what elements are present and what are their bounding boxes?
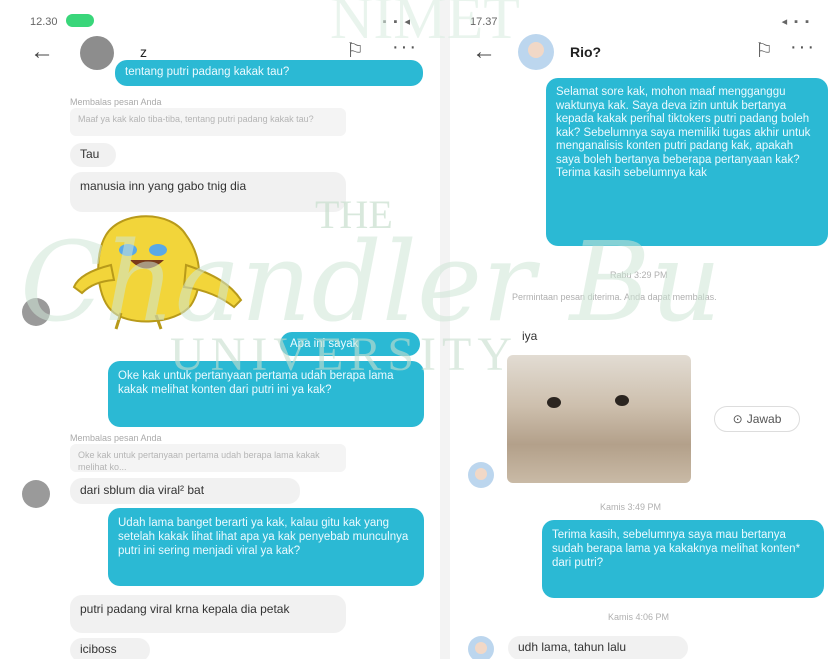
chat-header: ← Rio? ⚐ ··· [450,34,833,76]
timestamp: Rabu 3:29 PM [610,270,668,280]
message-text: Oke kak untuk pertanyaan pertama udah be… [118,370,394,396]
back-arrow-icon[interactable]: ← [30,38,54,66]
message-in[interactable]: iciboss [70,638,150,659]
sent-photo[interactable] [507,355,691,483]
message-text: Tau [80,147,100,161]
avatar[interactable] [80,36,114,70]
message-text: manusia inn yang gabo tnig dia [80,179,247,193]
message-out[interactable]: Oke kak untuk pertanyaan pertama udah be… [108,361,424,427]
avatar[interactable] [468,636,494,659]
call-indicator-icon [66,14,94,27]
reply-label: Membalas pesan Anda [70,433,162,443]
reply-quote: Maaf ya kak kalo tiba-tiba, tentang putr… [70,108,346,136]
signal-battery-icon: ◂ ▪ ▪ [781,16,811,28]
message-text: iciboss [80,642,117,656]
message-in[interactable]: iya [522,329,537,343]
message-text: putri padang viral krna kepala dia petak [80,602,290,616]
right-chat-screen: 17.37 ◂ ▪ ▪ ← Rio? ⚐ ··· Selamat sore ka… [450,0,833,659]
message-text: Apa ini sayak [290,338,359,350]
message-text: Selamat sore kak, mohon maaf mengganggu … [556,86,811,179]
avatar[interactable] [518,34,554,70]
photo-detail [615,395,629,406]
status-bar: 17.37 ◂ ▪ ▪ [450,0,833,36]
reply-icon: ⊙ [732,412,743,426]
timestamp: Kamis 4:06 PM [608,612,670,622]
reply-button-label: Jawab [746,412,782,426]
message-in[interactable]: putri padang viral krna kepala dia petak [70,595,346,633]
reply-label: Membalas pesan Anda [70,97,162,107]
message-out[interactable]: Selamat sore kak, mohon maaf mengganggu … [546,78,828,246]
contact-name[interactable]: z [140,44,147,60]
message-in[interactable]: udh lama, tahun lalu [508,636,688,659]
screenshot-divider [440,0,450,659]
reply-quote: Oke kak untuk pertanyaan pertama udah be… [70,444,346,472]
message-out[interactable]: Terima kasih, sebelumnya saya mau bertan… [542,520,824,598]
back-arrow-icon[interactable]: ← [472,38,496,66]
left-chat-screen: 12.30 ▪ ▪ ◂ ← z ⚐ ··· tentang putri pada… [0,0,440,659]
request-accepted-note: Permintaan pesan diterima. Anda dapat me… [512,292,717,302]
avatar[interactable] [22,480,50,508]
timestamp: Kamis 3:49 PM [600,502,662,512]
message-in[interactable]: dari sblum dia viral² bat [70,478,300,504]
message-out[interactable]: tentang putri padang kakak tau? [115,60,423,86]
signal-battery-icon: ▪ ▪ ◂ [382,16,412,28]
message-in[interactable]: Tau [70,143,116,167]
message-text: Udah lama banget berarti ya kak, kalau g… [118,517,409,557]
message-text: dari sblum dia viral² bat [80,483,205,497]
message-text: Terima kasih, sebelumnya saya mau bertan… [552,529,801,569]
avatar[interactable] [468,462,494,488]
flag-icon[interactable]: ⚐ [755,38,773,63]
photo-detail [547,397,561,408]
contact-name[interactable]: Rio? [570,44,601,60]
reply-button[interactable]: ⊙ Jawab [714,406,800,432]
message-text: tentang putri padang kakak tau? [125,66,290,78]
status-bar: 12.30 ▪ ▪ ◂ [0,0,440,36]
more-options-icon[interactable]: ··· [790,36,816,59]
more-options-icon[interactable]: ··· [392,36,418,59]
message-out[interactable]: Apa ini sayak [280,332,420,356]
avatar[interactable] [22,298,50,326]
message-out[interactable]: Udah lama banget berarti ya kak, kalau g… [108,508,424,586]
laughing-sticker [72,215,243,330]
message-text: udh lama, tahun lalu [518,640,627,654]
status-time: 17.37 [470,16,498,28]
status-time: 12.30 [30,16,58,28]
